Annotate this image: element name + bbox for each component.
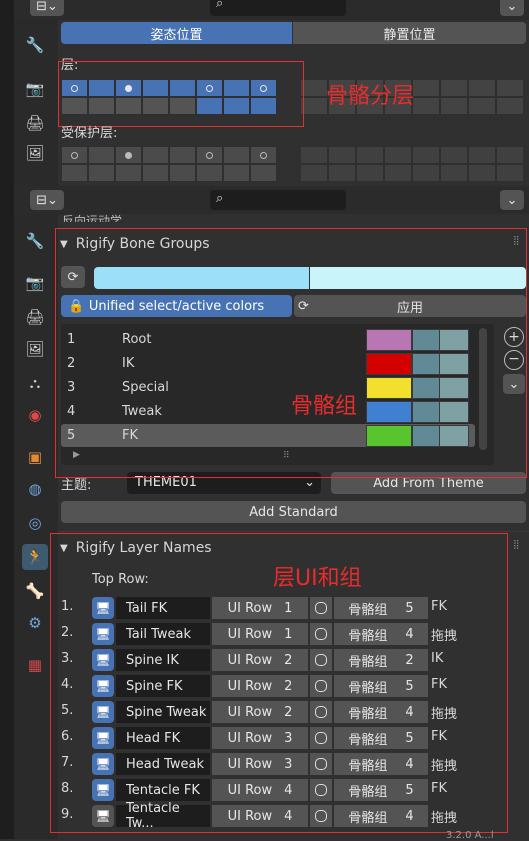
protected-layer-toggle[interactable] <box>142 146 169 164</box>
protected-layer-toggle[interactable] <box>496 164 524 182</box>
armature-data-tab-icon[interactable]: 🏃 <box>22 544 48 570</box>
protected-layers-grid-right <box>300 146 526 182</box>
options-dropdown-2[interactable]: ⌄ <box>500 190 524 210</box>
protected-layers-grid-left <box>61 146 291 182</box>
protected-layer-toggle[interactable] <box>88 146 115 164</box>
tool-tab-icon-2[interactable]: 🔧 <box>22 228 48 254</box>
world-tab-icon[interactable]: ◉ <box>22 402 48 428</box>
protected-layer-toggle[interactable] <box>468 164 496 182</box>
protected-layer-toggle[interactable] <box>440 164 468 182</box>
layer-toggle[interactable] <box>440 97 468 115</box>
protected-layer-toggle[interactable] <box>356 146 384 164</box>
tab-pose-position[interactable]: 姿态位置 <box>61 22 292 44</box>
protected-layer-toggle[interactable] <box>223 146 250 164</box>
protected-layer-toggle[interactable] <box>196 146 223 164</box>
protected-layer-toggle[interactable] <box>88 164 115 182</box>
layer-toggle[interactable] <box>468 79 496 97</box>
render-tab-icon[interactable]: 📷 <box>22 76 48 102</box>
protected-layers-label: 受保护层: <box>61 126 118 141</box>
partial-panel-text: 反向运动学 <box>62 214 123 222</box>
protected-layer-toggle[interactable] <box>300 146 328 164</box>
output-tab-icon[interactable]: 🖨 <box>22 110 48 136</box>
protected-layer-toggle[interactable] <box>328 164 356 182</box>
protected-layer-toggle[interactable] <box>115 146 142 164</box>
editor-type-button-2[interactable]: ⊟⌄ <box>30 190 64 210</box>
layer-toggle[interactable] <box>300 79 328 97</box>
annotation-box-bone-groups <box>55 228 527 478</box>
physics-tab-icon[interactable]: ◎ <box>22 510 48 536</box>
protected-layer-toggle[interactable] <box>169 164 196 182</box>
protected-layer-toggle[interactable] <box>115 164 142 182</box>
tab-rest-position[interactable]: 静置位置 <box>293 22 526 44</box>
annotation-label-layers: 骨骼分层 <box>326 84 415 109</box>
protected-layer-toggle[interactable] <box>61 146 88 164</box>
protected-layer-toggle[interactable] <box>412 146 440 164</box>
protected-layer-toggle[interactable] <box>328 146 356 164</box>
protected-layer-toggle[interactable] <box>142 164 169 182</box>
properties-header: ⊟⌄ ⌕ ⌄ <box>14 186 529 214</box>
protected-layer-toggle[interactable] <box>412 164 440 182</box>
add-standard-button[interactable]: Add Standard <box>61 501 526 523</box>
search-field-top[interactable]: ⌕ <box>210 0 346 16</box>
annotation-label-layer-names: 层UI和组 <box>273 566 362 591</box>
protected-layer-toggle[interactable] <box>61 164 88 182</box>
protected-layer-toggle[interactable] <box>384 164 412 182</box>
layer-toggle[interactable] <box>496 79 524 97</box>
search-icon: ⌕ <box>216 0 224 11</box>
panel-divider <box>58 531 529 532</box>
protected-layer-toggle[interactable] <box>250 146 277 164</box>
protected-layer-toggle[interactable] <box>384 146 412 164</box>
protected-layer-toggle[interactable] <box>496 146 524 164</box>
tool-tab-icon[interactable]: 🔧 <box>22 32 48 58</box>
viewport-edge <box>0 0 14 839</box>
protected-layer-toggle[interactable] <box>468 146 496 164</box>
editor-type-button[interactable]: ⊟⌄ <box>30 0 64 16</box>
protected-layer-toggle[interactable] <box>250 164 277 182</box>
protected-layer-toggle[interactable] <box>169 146 196 164</box>
view-layer-tab-icon[interactable]: 🖼 <box>22 140 48 166</box>
drag-handle-icon[interactable]: ⣿ <box>513 540 520 550</box>
version-text: 3.2.0 A...l <box>446 830 494 841</box>
bone-tab-icon[interactable]: 🦴 <box>22 578 48 604</box>
output-tab-icon-2[interactable]: 🖨 <box>22 304 48 330</box>
bone-constraint-tab-icon[interactable]: ⚙ <box>22 610 48 636</box>
layer-toggle[interactable] <box>300 97 328 115</box>
scene-tab-icon[interactable]: ⛬ <box>22 370 48 396</box>
options-dropdown[interactable]: ⌄ <box>500 0 524 16</box>
modifier-tab-icon[interactable]: ◍ <box>22 476 48 502</box>
render-tab-icon-2[interactable]: 📷 <box>22 270 48 296</box>
top-header: ⊟⌄ ⌕ ⌄ <box>14 0 529 20</box>
layer-toggle[interactable] <box>412 79 440 97</box>
layer-toggle[interactable] <box>440 79 468 97</box>
protected-layer-toggle[interactable] <box>300 164 328 182</box>
search-icon: ⌕ <box>216 191 224 206</box>
annotation-box-layers <box>58 61 304 127</box>
protected-layer-toggle[interactable] <box>196 164 223 182</box>
layer-toggle[interactable] <box>496 97 524 115</box>
view-layer-tab-icon-2[interactable]: 🖼 <box>22 336 48 362</box>
object-tab-icon[interactable]: ▣ <box>22 444 48 470</box>
layer-toggle[interactable] <box>412 97 440 115</box>
protected-layer-toggle[interactable] <box>356 164 384 182</box>
search-field[interactable]: ⌕ <box>210 190 346 210</box>
texture-tab-icon[interactable]: ▦ <box>22 652 48 678</box>
protected-layer-toggle[interactable] <box>440 146 468 164</box>
annotation-label-bone-groups: 骨骼组 <box>291 394 358 419</box>
protected-layer-toggle[interactable] <box>223 164 250 182</box>
layer-toggle[interactable] <box>468 97 496 115</box>
